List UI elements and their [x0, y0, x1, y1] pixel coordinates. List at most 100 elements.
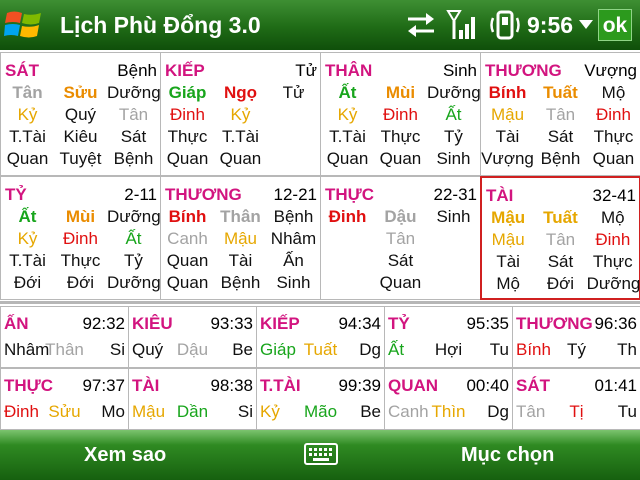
luck-cycle-value: Si: [237, 402, 253, 421]
palace-value: Đinh: [170, 105, 205, 124]
palace-title: TỶ: [5, 185, 27, 204]
chart-content: SÁT Bệnh Tân Sửu Dưỡng Kỷ Quý Tân T.Tài Kiêu Sát Qu…: [0, 50, 640, 430]
luck-cycle-cell[interactable]: T.TÀI 99:39 Kỷ Mão Be: [256, 368, 385, 430]
palace-title: THƯƠNG: [485, 61, 562, 80]
luck-cycle-value: Mão: [303, 402, 338, 421]
palace-value: Đinh: [595, 230, 631, 249]
luck-cycle-title: QUAN: [388, 376, 439, 395]
palace-value: Tài: [496, 252, 520, 271]
luck-cycle-value: Tu: [489, 340, 509, 359]
palace-value: Tuất: [543, 208, 578, 227]
ok-button[interactable]: ok: [598, 9, 632, 41]
palace-cell[interactable]: THƯƠNG Vượng Bính Tuất Mộ Mậu Tân Đinh Tài Sát Thự…: [480, 52, 640, 176]
palace-corner-label: 2-11: [124, 185, 157, 204]
luck-cycle-value: Dg: [487, 402, 509, 421]
palace-value: Quý: [64, 105, 97, 124]
palace-value: Đinh: [382, 105, 418, 124]
palace-value: T.Tài: [9, 127, 46, 146]
luck-cycle-value: Hợi: [434, 340, 463, 359]
luck-cycle-value: Dần: [176, 402, 209, 421]
palace-cell[interactable]: THƯƠNG 12-21 Bính Thân Bệnh Canh Mậu Nhâm Quan Tà…: [160, 176, 321, 300]
luck-cycle-cell[interactable]: THƯƠNG 96:36 Bính Tý Th: [512, 306, 640, 368]
palace-value: Kỷ: [337, 105, 358, 124]
palace-corner-label: Tử: [295, 61, 317, 80]
luck-cycle-value: Sửu: [48, 402, 81, 421]
signal-strength-icon[interactable]: [446, 8, 480, 42]
palace-corner-label: Vượng: [584, 61, 637, 80]
palace-value: T.Tài: [329, 127, 366, 146]
luck-cycle-title: SÁT: [516, 376, 550, 395]
palace-value: Quan: [379, 273, 422, 292]
luck-cycle-cell[interactable]: TỶ 95:35 Ất Hợi Tu: [384, 306, 513, 368]
luck-cycle-age: 96:36: [594, 314, 637, 333]
luck-cycle-title: KIÊU: [132, 314, 173, 333]
clock[interactable]: 9:56: [527, 0, 573, 50]
palace-title: THỰC: [325, 185, 375, 204]
palace-value: Sinh: [436, 207, 471, 226]
palace-value: Thực: [593, 127, 634, 146]
luck-cycle-cell[interactable]: TÀI 98:38 Mậu Dần Si: [128, 368, 257, 430]
palace-value: Mùi: [385, 83, 416, 102]
dropdown-caret-icon[interactable]: [579, 20, 593, 29]
palace-value: Kỷ: [230, 105, 251, 124]
keyboard-icon[interactable]: [304, 443, 338, 465]
palace-value: Tân: [385, 229, 416, 248]
muc-chon-softkey[interactable]: Mục chọn: [461, 430, 554, 480]
palace-value: Mùi: [65, 207, 96, 226]
palace-cell[interactable]: TỶ 2-11 Ất Mùi Dưỡng Kỷ Đinh Ất T.Tài Thực Tỷ Đới Đớ…: [0, 176, 161, 300]
windows-start-icon[interactable]: [4, 5, 44, 45]
palace-value: Đinh: [62, 229, 98, 248]
palace-cell[interactable]: SÁT Bệnh Tân Sửu Dưỡng Kỷ Quý Tân T.Tài Kiêu Sát Qu…: [0, 52, 161, 176]
palace-value: Tử: [282, 83, 305, 102]
luck-cycle-age: 94:34: [338, 314, 381, 333]
palace-value: Quan: [166, 251, 209, 270]
luck-cycle-value: Mo: [101, 402, 125, 421]
luck-cycle-cell[interactable]: ẤN 92:32 Nhâm Thân Si: [0, 306, 129, 368]
luck-cycle-value: Canh: [388, 402, 429, 421]
palace-value: Quan: [592, 149, 635, 168]
luck-cycle-title: THƯƠNG: [516, 314, 593, 333]
luck-cycle-title: T.TÀI: [260, 376, 301, 395]
palace-value: Quan: [166, 273, 209, 292]
palace-value: Ấn: [283, 251, 304, 270]
luck-cycle-value: Đinh: [4, 402, 39, 421]
luck-cycle-cell[interactable]: QUAN 00:40 Canh Thìn Dg: [384, 368, 513, 430]
palace-value: Dậu: [384, 207, 417, 226]
palace-value: Vượng: [481, 149, 534, 168]
palace-value: Dưỡng: [106, 83, 161, 102]
menu-bar: Xem sao Mục chọn: [0, 430, 640, 480]
palace-value: Đinh: [328, 207, 367, 226]
palace-value: Canh: [167, 229, 208, 248]
palace-cell[interactable]: KIẾP Tử Giáp Ngọ Tử Đinh Kỷ Thực T.Tài Quan Quan: [160, 52, 321, 176]
luck-cycle-value: Dg: [359, 340, 381, 359]
palace-value: Dưỡng: [106, 207, 161, 226]
palace-value: Mậu: [490, 105, 525, 124]
palace-value: Kỷ: [17, 229, 38, 248]
luck-cycle-cell[interactable]: KIÊU 93:33 Quý Dậu Be: [128, 306, 257, 368]
xem-sao-softkey[interactable]: Xem sao: [84, 430, 166, 480]
palace-value: Tân: [118, 105, 149, 124]
luck-cycle-cell[interactable]: THỰC 97:37 Đinh Sửu Mo: [0, 368, 129, 430]
luck-cycle-title: ẤN: [4, 314, 29, 333]
palace-value: Bệnh: [273, 207, 314, 226]
phone-vibrate-icon[interactable]: [489, 8, 521, 42]
luck-cycle-cell[interactable]: KIẾP 94:34 Giáp Tuất Dg: [256, 306, 385, 368]
luck-cycle-value: Dậu: [176, 340, 209, 359]
luck-cycle-value: Bính: [516, 340, 551, 359]
palace-cell[interactable]: THỰC 22-31 Đinh Dậu Sinh Tân Sát Quan: [320, 176, 481, 300]
palace-value: T.Tài: [9, 251, 46, 270]
palace-title: KIẾP: [165, 61, 205, 80]
palace-value: Tân: [545, 105, 576, 124]
luck-cycle-value: Quý: [132, 340, 164, 359]
sync-arrows-icon[interactable]: [404, 8, 438, 42]
palace-value: Sát: [547, 252, 574, 271]
palace-value: Kiêu: [63, 127, 98, 146]
palace-cell[interactable]: THÂN Sinh Ất Mùi Dưỡng Kỷ Đinh Ất T.Tài Thực Tỷ Qua…: [320, 52, 481, 176]
palace-corner-label: 22-31: [433, 185, 477, 204]
palace-corner-label: Sinh: [442, 61, 477, 80]
luck-cycle-cell[interactable]: SÁT 01:41 Tân Tị Tu: [512, 368, 640, 430]
luck-cycle-age: 00:40: [466, 376, 509, 395]
palace-value: Đới: [66, 273, 95, 292]
palace-cell[interactable]: TÀI 32-41 Mậu Tuất Mộ Mậu Tân Đinh Tài Sát Thực Mộ Đ…: [480, 176, 640, 300]
palace-title: TÀI: [486, 186, 514, 205]
